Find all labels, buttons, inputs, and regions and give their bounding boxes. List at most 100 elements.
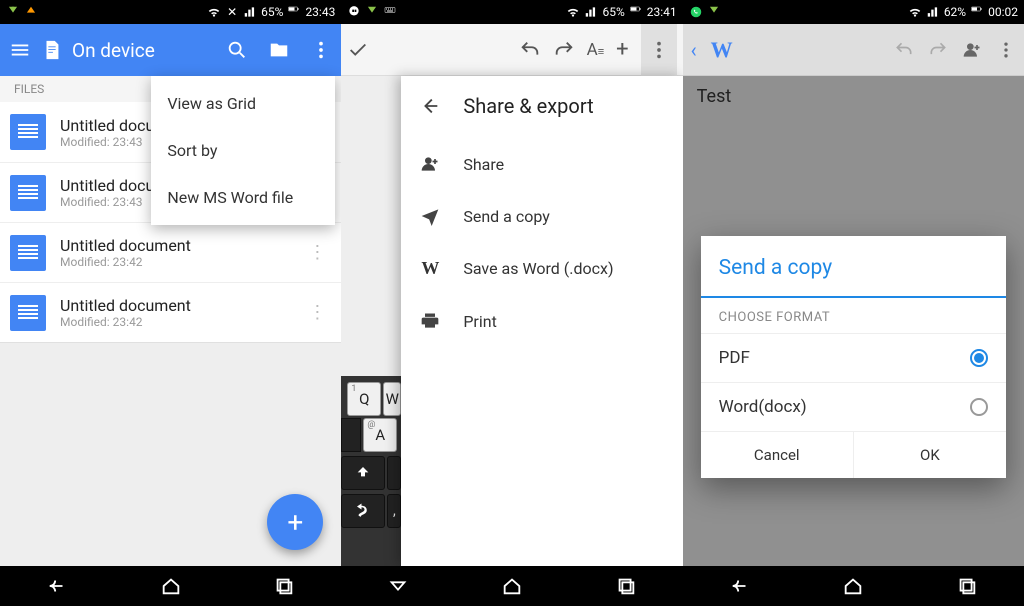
word-brand-icon: W [711,37,733,63]
home-icon[interactable] [501,575,523,597]
key-shift[interactable] [341,456,385,490]
doc-icon [10,295,46,331]
done-icon[interactable] [347,39,369,61]
signal-icon [584,5,598,19]
battery-text: 62% [944,5,966,19]
editor-app-bar: A≡ + [341,24,682,76]
file-subtitle: Modified: 23:42 [60,255,293,269]
add-person-icon[interactable] [962,40,982,60]
panel-title: Share & export [463,94,593,118]
battery-icon [287,5,301,19]
nav-bar [683,566,1024,606]
row-overflow-icon[interactable]: ⋮ [307,242,327,263]
status-bar: ✕ 65% 23:43 [0,0,341,24]
status-bar: 62% 00:02 [683,0,1024,24]
back-icon[interactable] [46,575,68,597]
dialog-option-word[interactable]: Word(docx) [701,382,1006,431]
doc-icon [10,235,46,271]
radio-selected-icon [970,349,988,367]
wifi-icon [566,5,580,19]
app-bar-title: On device [72,39,217,62]
upload-icon [24,5,38,19]
key-swype[interactable] [341,494,385,528]
menu-view-as-grid[interactable]: View as Grid [151,80,335,127]
dialog-cancel-button[interactable]: Cancel [701,432,853,478]
row-overflow-icon[interactable]: ⋮ [307,302,327,323]
overflow-icon[interactable] [309,38,333,62]
clock-text: 23:41 [647,5,677,19]
share-export-panel: Share & export Share Send a copy W Save … [401,76,682,566]
print-icon [419,311,441,331]
text-format-icon[interactable]: A≡ [587,40,605,60]
dialog-subtitle: CHOOSE FORMAT [701,298,1006,333]
soft-keyboard[interactable]: 1Q W @A , [341,376,401,566]
radio-unselected-icon [970,398,988,416]
home-icon[interactable] [160,575,182,597]
dialog-ok-button[interactable]: OK [853,432,1006,478]
panel-item-print[interactable]: Print [401,295,682,347]
panel-item-send-copy[interactable]: Send a copy [401,190,682,242]
redo-icon[interactable] [928,40,948,60]
plus-icon: + [287,506,303,539]
key-a[interactable]: @A [363,418,397,452]
undo-icon[interactable] [894,40,914,60]
back-arrow-icon[interactable] [419,95,441,117]
option-label: PDF [719,348,750,368]
battery-text: 65% [602,5,624,19]
key-q[interactable]: 1Q [347,382,381,416]
home-icon[interactable] [842,575,864,597]
folder-icon[interactable] [267,38,291,62]
key-comma[interactable]: , [387,494,401,528]
overflow-menu: View as Grid Sort by New MS Word file [151,76,335,225]
back-icon[interactable] [387,575,409,597]
panel-item-label: Save as Word (.docx) [463,259,613,278]
wifi-icon [908,5,922,19]
hamburger-icon[interactable] [8,38,32,62]
recents-icon[interactable] [615,575,637,597]
battery-text: 65% [261,5,283,19]
nav-bar [341,566,682,606]
download-icon [707,5,721,19]
panel-item-share[interactable]: Share [401,138,682,190]
recents-icon[interactable] [956,575,978,597]
whatsapp-icon [689,5,703,19]
dialog-option-pdf[interactable]: PDF [701,333,1006,382]
back-icon[interactable] [729,575,751,597]
add-icon[interactable]: + [616,37,628,62]
key-edge[interactable] [341,418,361,452]
signal-icon [243,5,257,19]
battery-icon [629,5,643,19]
overflow-icon[interactable] [996,40,1016,60]
overflow-icon[interactable] [641,24,677,76]
panel-item-save-word[interactable]: W Save as Word (.docx) [401,242,682,295]
word-icon: W [419,258,441,279]
search-icon[interactable] [225,38,249,62]
send-copy-dialog: Send a copy CHOOSE FORMAT PDF Word(docx)… [701,236,1006,478]
download-icon [6,5,20,19]
panel-item-label: Share [463,155,504,174]
menu-sort-by[interactable]: Sort by [151,127,335,174]
clock-text: 00:02 [988,5,1018,19]
menu-new-word-file[interactable]: New MS Word file [151,174,335,221]
option-label: Word(docx) [719,397,807,417]
key-z-edge[interactable] [387,456,401,490]
redo-icon[interactable] [553,39,575,61]
back-chevron-icon[interactable]: ‹ [691,38,697,62]
file-title: Untitled document [60,236,293,255]
wifi-icon [207,5,221,19]
panel-item-label: Print [463,312,496,331]
file-title: Untitled document [60,296,293,315]
recents-icon[interactable] [273,575,295,597]
undo-icon[interactable] [519,39,541,61]
doc-icon [10,175,46,211]
status-bar: 65% 23:41 [341,0,682,24]
docs-app-icon [40,38,64,62]
battery-icon [970,5,984,19]
clock-text: 23:43 [305,5,335,19]
fab-new[interactable]: + [267,494,323,550]
file-row[interactable]: Untitled document Modified: 23:42 ⋮ [0,222,341,282]
person-add-icon [419,154,441,174]
file-row[interactable]: Untitled document Modified: 23:42 ⋮ [0,282,341,342]
doc-icon [10,114,46,150]
key-w[interactable]: W [383,382,401,416]
